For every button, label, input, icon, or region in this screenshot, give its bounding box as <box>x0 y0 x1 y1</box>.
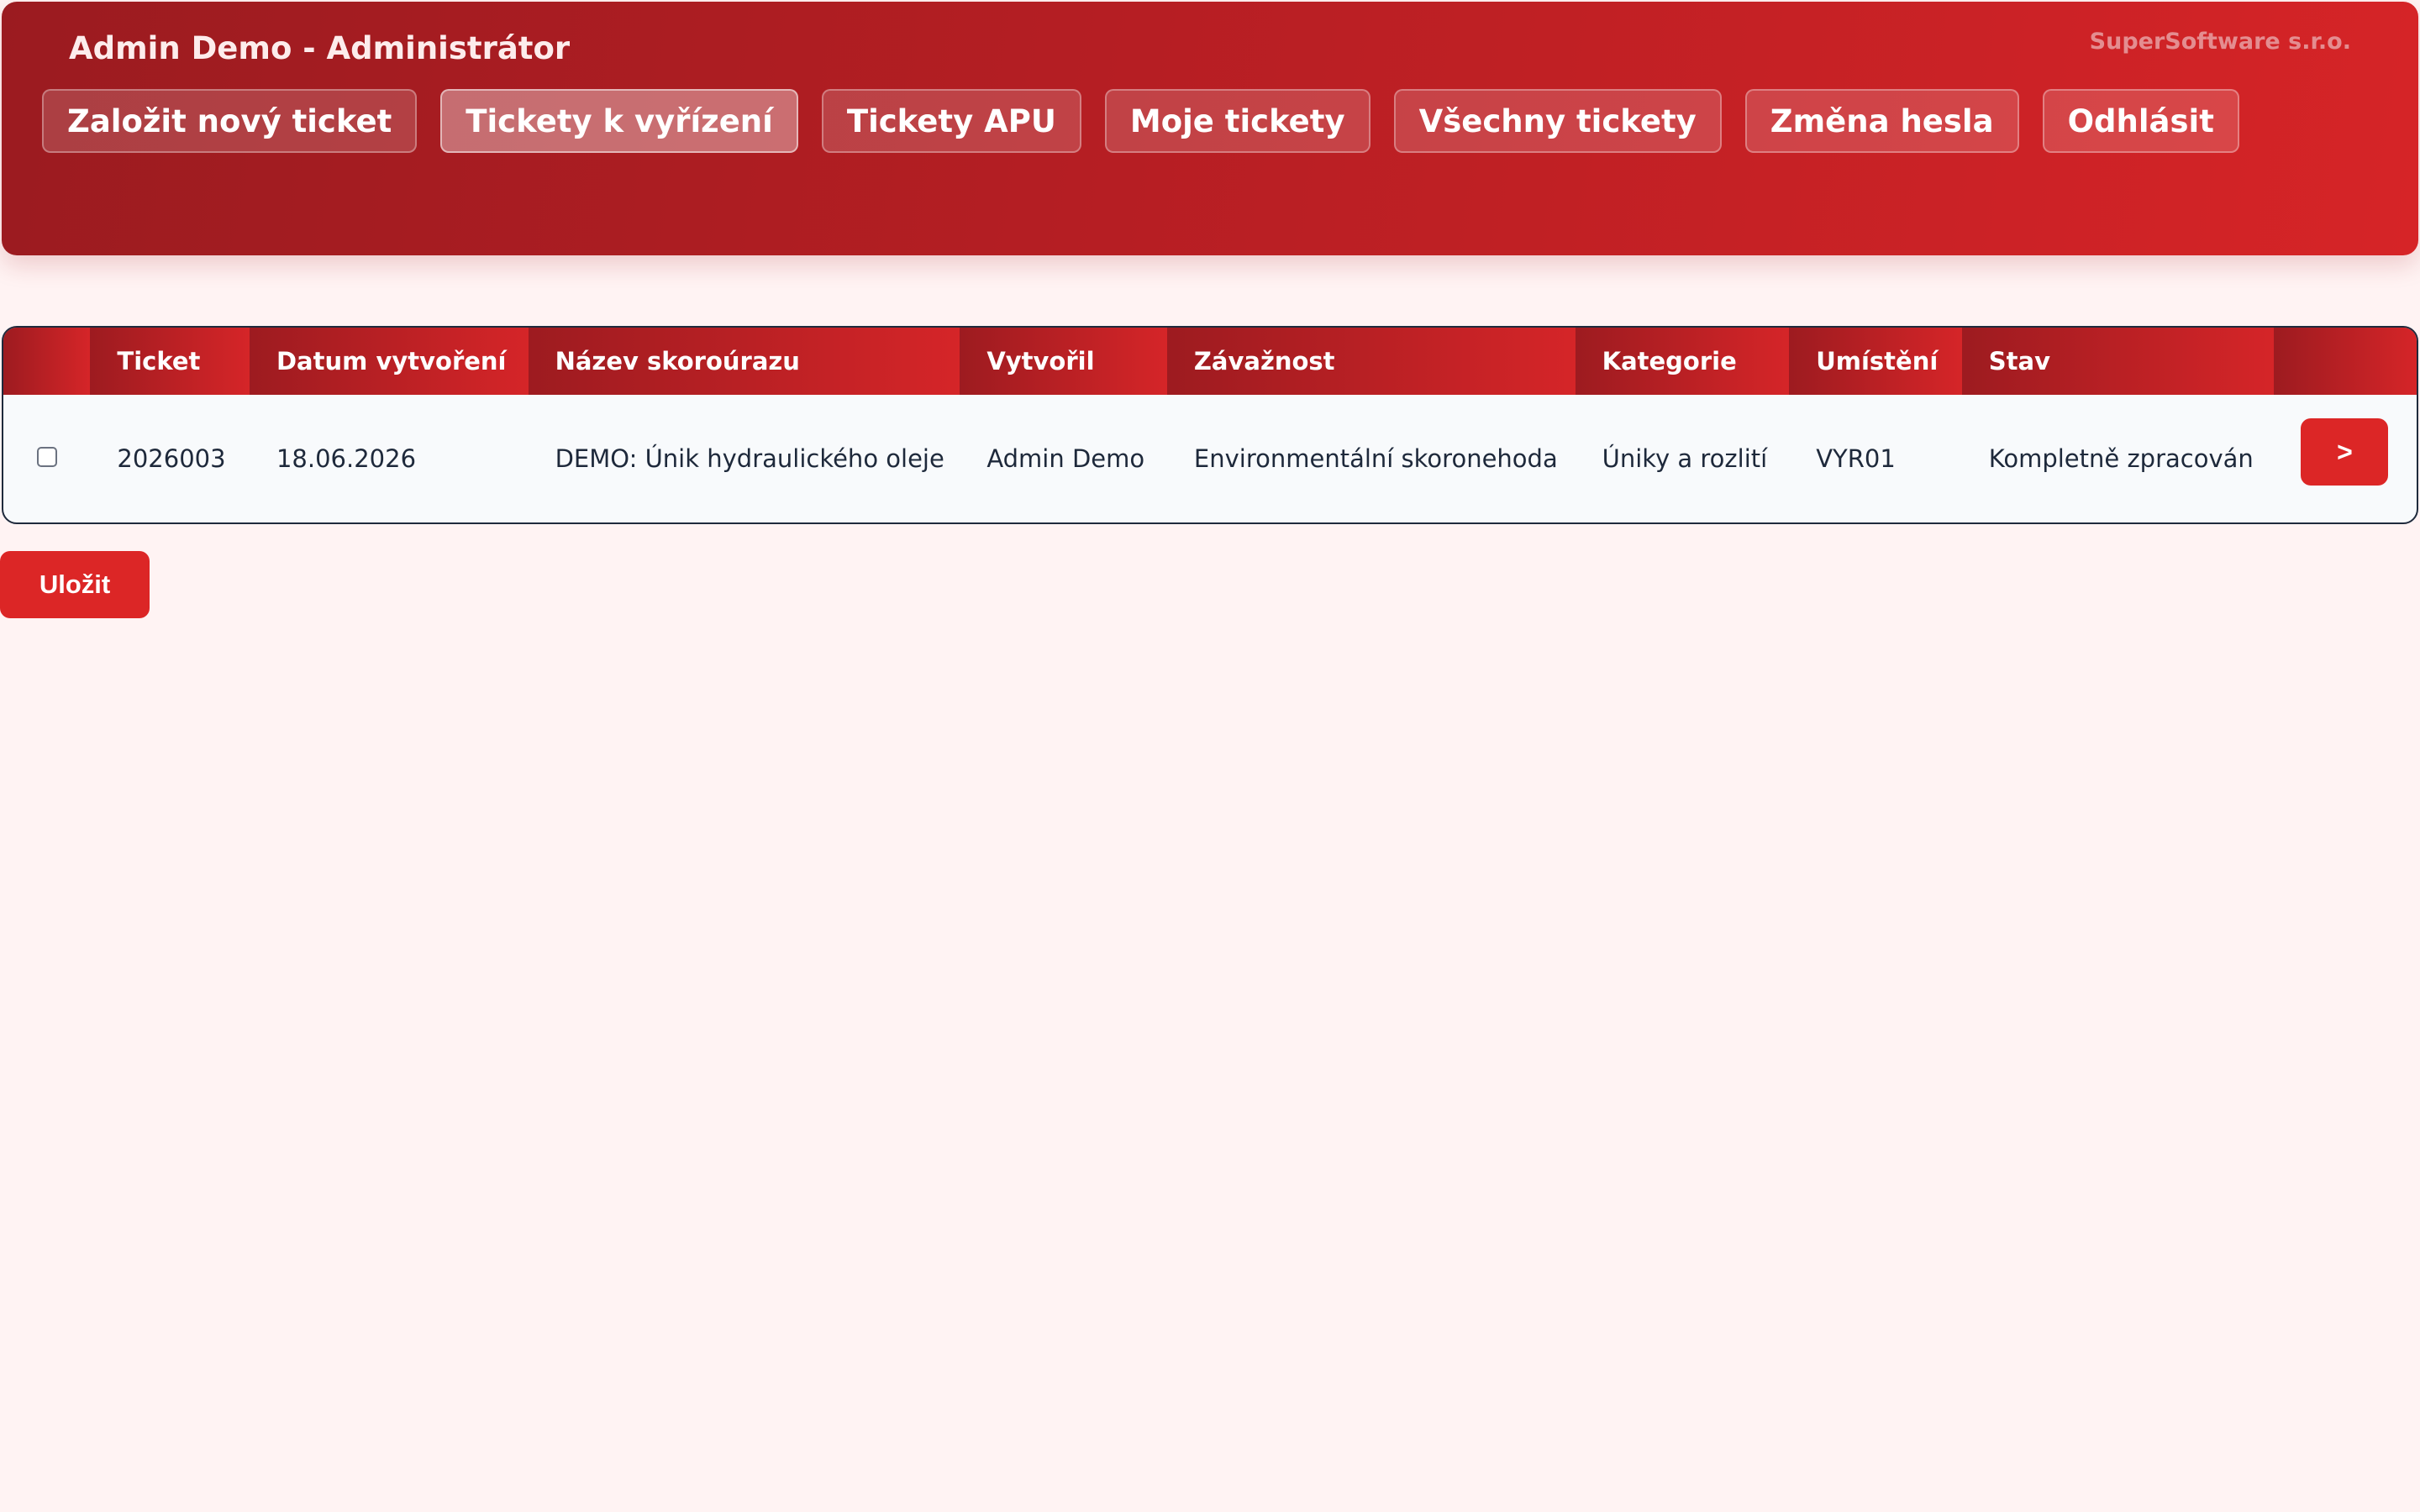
main-nav: Založit nový ticket Tickety k vyřízení T… <box>42 89 2239 153</box>
header-created-by[interactable]: Vytvořil <box>960 328 1167 395</box>
header-status[interactable]: Stav <box>1961 328 2275 395</box>
brand-name: SuperSoftware s.r.o. <box>2089 29 2351 55</box>
header-location[interactable]: Umístění <box>1789 328 1962 395</box>
cell-status: Kompletně zpracován <box>1988 444 2254 473</box>
page-title: Admin Demo - Administrátor <box>69 30 571 66</box>
cell-date: 18.06.2026 <box>276 444 417 473</box>
nav-change-password-button[interactable]: Změna hesla <box>1744 89 2019 153</box>
table-row: 2026003 18.06.2026 DEMO: Únik hydraulick… <box>3 395 2417 522</box>
nav-logout-button[interactable]: Odhlásit <box>2042 89 2239 153</box>
header-ticket[interactable]: Ticket <box>90 328 250 395</box>
nav-all-tickets-button[interactable]: Všechny tickety <box>1393 89 1722 153</box>
cell-severity: Environmentální skoronehoda <box>1193 444 1558 473</box>
nav-pending-tickets-button[interactable]: Tickety k vyřízení <box>440 89 798 153</box>
nav-apu-tickets-button[interactable]: Tickety APU <box>821 89 1081 153</box>
row-select-checkbox[interactable] <box>37 447 57 467</box>
app-header: Admin Demo - Administrátor SuperSoftware… <box>2 2 2418 255</box>
header-category[interactable]: Kategorie <box>1575 328 1790 395</box>
nav-new-ticket-button[interactable]: Založit nový ticket <box>42 89 418 153</box>
header-severity[interactable]: Závažnost <box>1166 328 1576 395</box>
cell-created-by: Admin Demo <box>986 444 1145 473</box>
cell-ticket: 2026003 <box>117 444 226 473</box>
tickets-table: Ticket Datum vytvoření Název skoroúrazu … <box>2 326 2418 524</box>
header-select <box>3 328 91 395</box>
cell-category: Úniky a rozlití <box>1602 444 1768 473</box>
header-action <box>2274 328 2417 395</box>
header-name[interactable]: Název skoroúrazu <box>528 328 960 395</box>
open-ticket-button[interactable]: > <box>2301 418 2389 486</box>
save-button[interactable]: Uložit <box>0 551 150 618</box>
cell-name: DEMO: Únik hydraulického oleje <box>555 444 944 473</box>
header-date[interactable]: Datum vytvoření <box>249 328 529 395</box>
nav-my-tickets-button[interactable]: Moje tickety <box>1104 89 1370 153</box>
table-header-row: Ticket Datum vytvoření Název skoroúrazu … <box>3 328 2417 395</box>
cell-location: VYR01 <box>1816 444 1896 473</box>
